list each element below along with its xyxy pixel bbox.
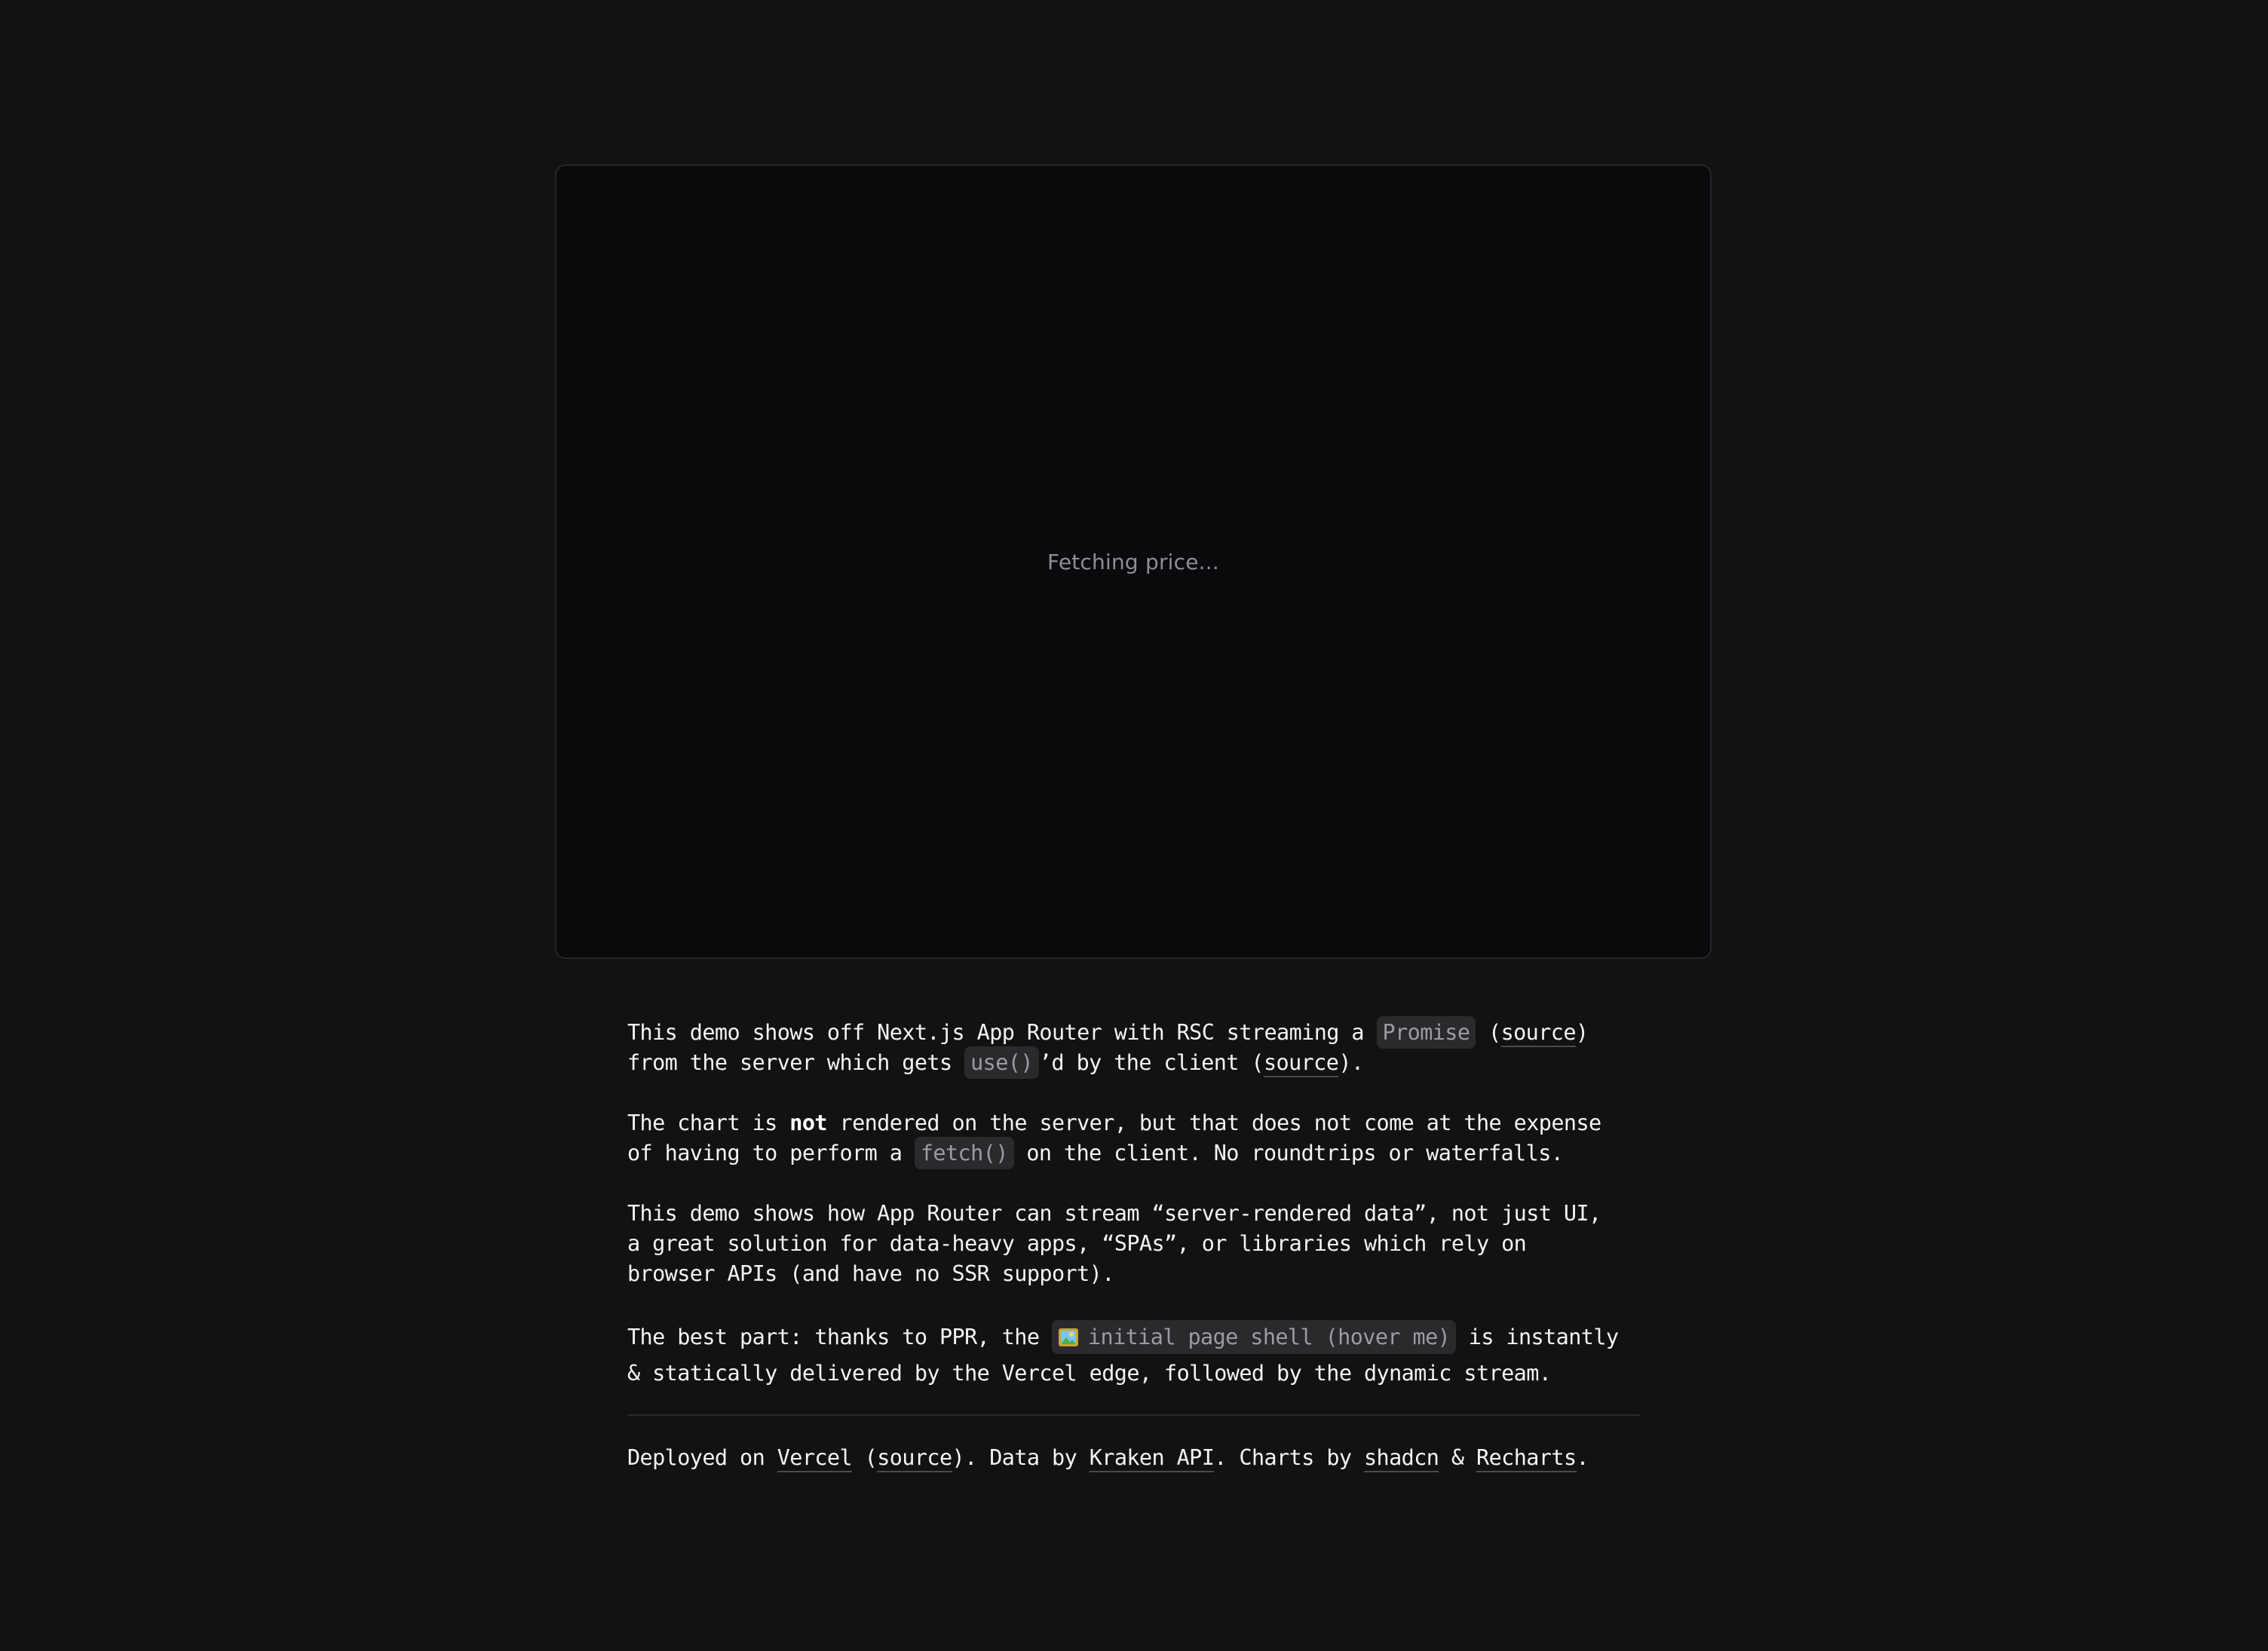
- paragraph-intro: This demo shows off Next.js App Router w…: [627, 1016, 1641, 1079]
- footer-credits: Deployed on Vercel (source). Data by Kra…: [627, 1443, 1641, 1473]
- shadcn-link[interactable]: shadcn: [1364, 1445, 1439, 1472]
- paragraph-not-rendered: The chart is not rendered on the server,…: [627, 1108, 1641, 1169]
- source-link-footer[interactable]: source: [877, 1445, 952, 1472]
- text-span: (: [1476, 1020, 1501, 1045]
- text-span: Deployed on: [627, 1445, 777, 1470]
- text-line: This demo shows how App Router can strea…: [627, 1201, 1601, 1226]
- text-span: The best part: thanks to PPR, the: [627, 1325, 1052, 1349]
- text-span: This demo shows off Next.js App Router w…: [627, 1020, 1377, 1045]
- source-link-promise[interactable]: source: [1500, 1020, 1577, 1047]
- kraken-api-link[interactable]: Kraken API: [1089, 1445, 1215, 1472]
- text-span: (: [852, 1445, 878, 1470]
- emphasis-not: not: [789, 1110, 827, 1135]
- paragraph-stream: This demo shows how App Router can strea…: [627, 1199, 1641, 1289]
- recharts-link[interactable]: Recharts: [1476, 1445, 1577, 1472]
- text-span: ). Data by: [952, 1445, 1090, 1470]
- text-span: . Charts by: [1214, 1445, 1364, 1470]
- loading-text: Fetching price...: [1047, 549, 1219, 574]
- text-span: on the client. No roundtrips or waterfal…: [1013, 1141, 1564, 1166]
- source-link-use[interactable]: source: [1263, 1050, 1339, 1077]
- text-span: is instantly: [1456, 1325, 1619, 1349]
- divider: [627, 1414, 1641, 1416]
- text-line: & statically delivered by the Vercel edg…: [627, 1361, 1552, 1386]
- text-span: from the server which gets: [627, 1050, 965, 1075]
- text-span: The chart is: [627, 1110, 790, 1135]
- text-line: a great solution for data-heavy apps, “S…: [627, 1231, 1527, 1256]
- text-span: ).: [1338, 1050, 1364, 1075]
- vercel-link[interactable]: Vercel: [777, 1445, 853, 1472]
- paragraph-ppr: The best part: thanks to PPR, the initia…: [627, 1319, 1641, 1392]
- code-use: use(): [964, 1046, 1039, 1079]
- framed-picture-icon: [1059, 1328, 1078, 1346]
- text-span: ): [1575, 1020, 1589, 1045]
- code-fetch: fetch(): [914, 1137, 1014, 1169]
- page-shell-label: initial page shell (hover me): [1088, 1325, 1451, 1349]
- text-line: browser APIs (and have no SSR support).: [627, 1261, 1114, 1286]
- code-promise: Promise: [1376, 1016, 1476, 1049]
- text-span: &: [1439, 1445, 1477, 1470]
- description-section: This demo shows off Next.js App Router w…: [627, 1016, 1641, 1473]
- price-chart-card: Fetching price...: [555, 164, 1712, 959]
- text-span: of having to perform a: [627, 1141, 915, 1166]
- text-span: rendered on the server, but that does no…: [826, 1110, 1602, 1135]
- text-span: ’d by the client (: [1038, 1050, 1264, 1075]
- page-shell-hover-target[interactable]: initial page shell (hover me): [1052, 1320, 1457, 1354]
- text-span: .: [1576, 1445, 1589, 1470]
